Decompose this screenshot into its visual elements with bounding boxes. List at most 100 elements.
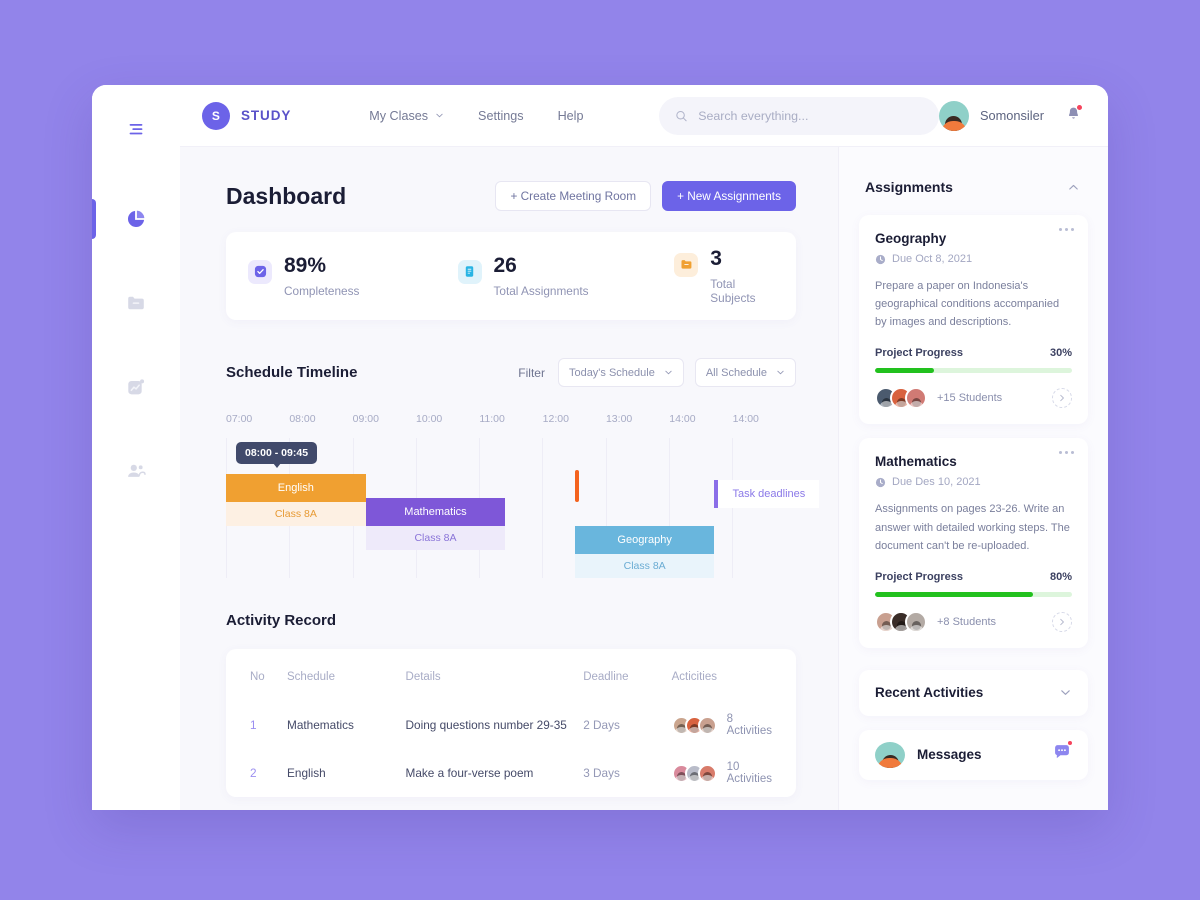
assignments-header[interactable]: Assignments (859, 173, 1088, 201)
avatar (905, 387, 927, 410)
progress-label: Project Progress (875, 347, 964, 360)
avatar-group (875, 610, 927, 633)
messages-badge[interactable] (1052, 740, 1073, 767)
assignment-progress-row: Project Progress 30% (875, 347, 1072, 359)
chevron-down-icon[interactable] (1059, 686, 1072, 699)
column-header-no: No (250, 671, 265, 683)
timeline-block-title: English (226, 474, 366, 502)
create-meeting-room-button[interactable]: + Create Meeting Room (495, 181, 652, 211)
sidebar-item-dashboard[interactable] (92, 197, 158, 241)
timeline-hour-label: 12:00 (542, 413, 569, 425)
nav-item-settings[interactable]: Settings (478, 109, 524, 123)
hamburger-menu-icon (129, 123, 143, 135)
avatar-group (671, 763, 717, 783)
search-box[interactable] (659, 96, 939, 135)
recent-activities-title: Recent Activities (875, 685, 984, 701)
table-row[interactable]: 2 English Make a four-verse poem 3 Days (250, 749, 772, 797)
stat-label: Total Subjects (710, 277, 756, 306)
brand-name: STUDY (241, 108, 292, 123)
assignment-description: Assignments on pages 23-26. Write an ans… (875, 503, 1070, 552)
cell-activities: 8 Activities (671, 701, 772, 749)
schedule-title: Schedule Timeline (226, 364, 358, 381)
filter-label: Filter (518, 365, 545, 380)
search-input[interactable] (698, 108, 923, 123)
timeline-block-class: Class 8A (365, 526, 506, 550)
avatar (875, 741, 905, 768)
task-deadlines-label: Task deadlines (732, 488, 806, 500)
timeline-block-geography[interactable]: Geography Class 8A (574, 526, 715, 578)
students-count: +8 Students (937, 615, 997, 628)
sidebar-item-analytics[interactable] (114, 365, 158, 409)
sidebar (92, 85, 180, 810)
app-window: S STUDY My Clases Settings Help Search e… (92, 85, 1108, 810)
avatar (938, 100, 969, 131)
cell-details: Make a four-verse poem (405, 766, 534, 780)
nav-item-help[interactable]: Help (558, 109, 584, 123)
assignment-card-geography[interactable]: Geography Due Oct 8, 2021 Prepare a pape… (859, 215, 1088, 425)
assignment-due-date: Due Des 10, 2021 (892, 476, 981, 489)
column-header-details: Details (405, 671, 441, 683)
brand-logo[interactable]: S STUDY (202, 101, 292, 130)
recent-activities-panel[interactable]: Recent Activities (859, 669, 1088, 716)
activity-header: Activity Record (226, 612, 796, 629)
assignment-card-mathematics[interactable]: Mathematics Due Des 10, 2021 Assignments… (859, 438, 1088, 648)
more-options-icon[interactable] (1059, 451, 1074, 455)
timeline-block-mathematics[interactable]: Mathematics Class 8A (365, 498, 506, 550)
timeline-block-english[interactable]: English Class 8A (226, 474, 366, 526)
chevron-right-icon (1060, 395, 1064, 402)
clock-icon (875, 477, 886, 488)
table-row[interactable]: 1 Mathematics Doing questions number 29-… (250, 701, 772, 749)
sidebar-item-menu[interactable] (114, 107, 158, 151)
chevron-up-icon[interactable] (1067, 181, 1080, 194)
cell-schedule: English (287, 766, 326, 780)
cell-deadline: 3 Days (583, 766, 620, 780)
notifications-button[interactable] (1065, 103, 1083, 127)
filter-all-schedule[interactable]: All Schedule (694, 358, 796, 387)
chevron-down-icon (665, 370, 672, 375)
progress-value: 80% (1049, 570, 1072, 583)
checkbox-icon (248, 259, 272, 284)
notification-dot (1076, 103, 1083, 111)
chevron-down-icon (777, 370, 784, 375)
app-shell: S STUDY My Clases Settings Help Search e… (180, 85, 1108, 810)
stat-label: Total Assignments (493, 284, 589, 299)
assignment-footer: +15 Students (875, 387, 1072, 410)
new-assignments-button[interactable]: + New Assignments (662, 181, 796, 211)
nav-item-my-clases[interactable]: My Clases (369, 109, 444, 123)
pie-chart-icon (127, 210, 145, 228)
users-icon (128, 464, 146, 477)
more-options-icon[interactable] (1059, 228, 1074, 231)
notification-dot (1067, 740, 1073, 747)
assignment-next-button[interactable] (1052, 611, 1072, 632)
assignment-progress-row: Project Progress 80% (875, 571, 1072, 583)
timeline-hour-label: 13:00 (605, 413, 633, 425)
sidebar-item-students[interactable] (114, 449, 158, 493)
cell-details: Doing questions number 29-35 (405, 718, 567, 732)
dashboard-header: Dashboard + Create Meeting Room + New As… (226, 181, 796, 211)
activities-count: 8 Activities (726, 713, 772, 737)
cell-deadline: 2 Days (583, 718, 620, 732)
messages-panel[interactable]: Messages (859, 729, 1088, 780)
schedule-header: Schedule Timeline Filter Today's Schedul… (226, 358, 796, 387)
timeline-block-class: Class 8A (226, 502, 366, 526)
schedule-filters: Filter Today's Schedule All Schedule (518, 358, 796, 387)
cell-activities: 10 Activities (671, 749, 772, 797)
user-menu[interactable]: Somonsiler (938, 100, 1083, 131)
avatar (697, 715, 717, 735)
stats-card: 89% Completeness 26 Total Assignments 3 … (226, 232, 796, 320)
stat-total-assignments: 26 Total Assignments (457, 253, 675, 299)
sidebar-item-files[interactable] (114, 281, 158, 325)
timeline-tooltip: 08:00 - 09:45 (236, 442, 318, 468)
task-deadlines-card[interactable]: Task deadlines (714, 480, 820, 508)
activities-count: 10 Activities (726, 761, 772, 785)
table-header-row: No Schedule Details Deadline Acticities (250, 649, 772, 701)
app-body: Dashboard + Create Meeting Room + New As… (180, 147, 1108, 810)
stat-label: Completeness (284, 284, 360, 299)
assignment-due-date: Due Oct 8, 2021 (892, 253, 973, 265)
schedule-timeline: 07:00 08:00 09:00 10:00 11:00 12:00 13:0… (226, 413, 820, 578)
stat-value: 26 (493, 253, 517, 277)
assignment-next-button[interactable] (1052, 388, 1072, 409)
timeline-gridline (542, 438, 544, 578)
chevron-down-icon (436, 113, 443, 118)
filter-today-schedule[interactable]: Today's Schedule (557, 358, 684, 387)
